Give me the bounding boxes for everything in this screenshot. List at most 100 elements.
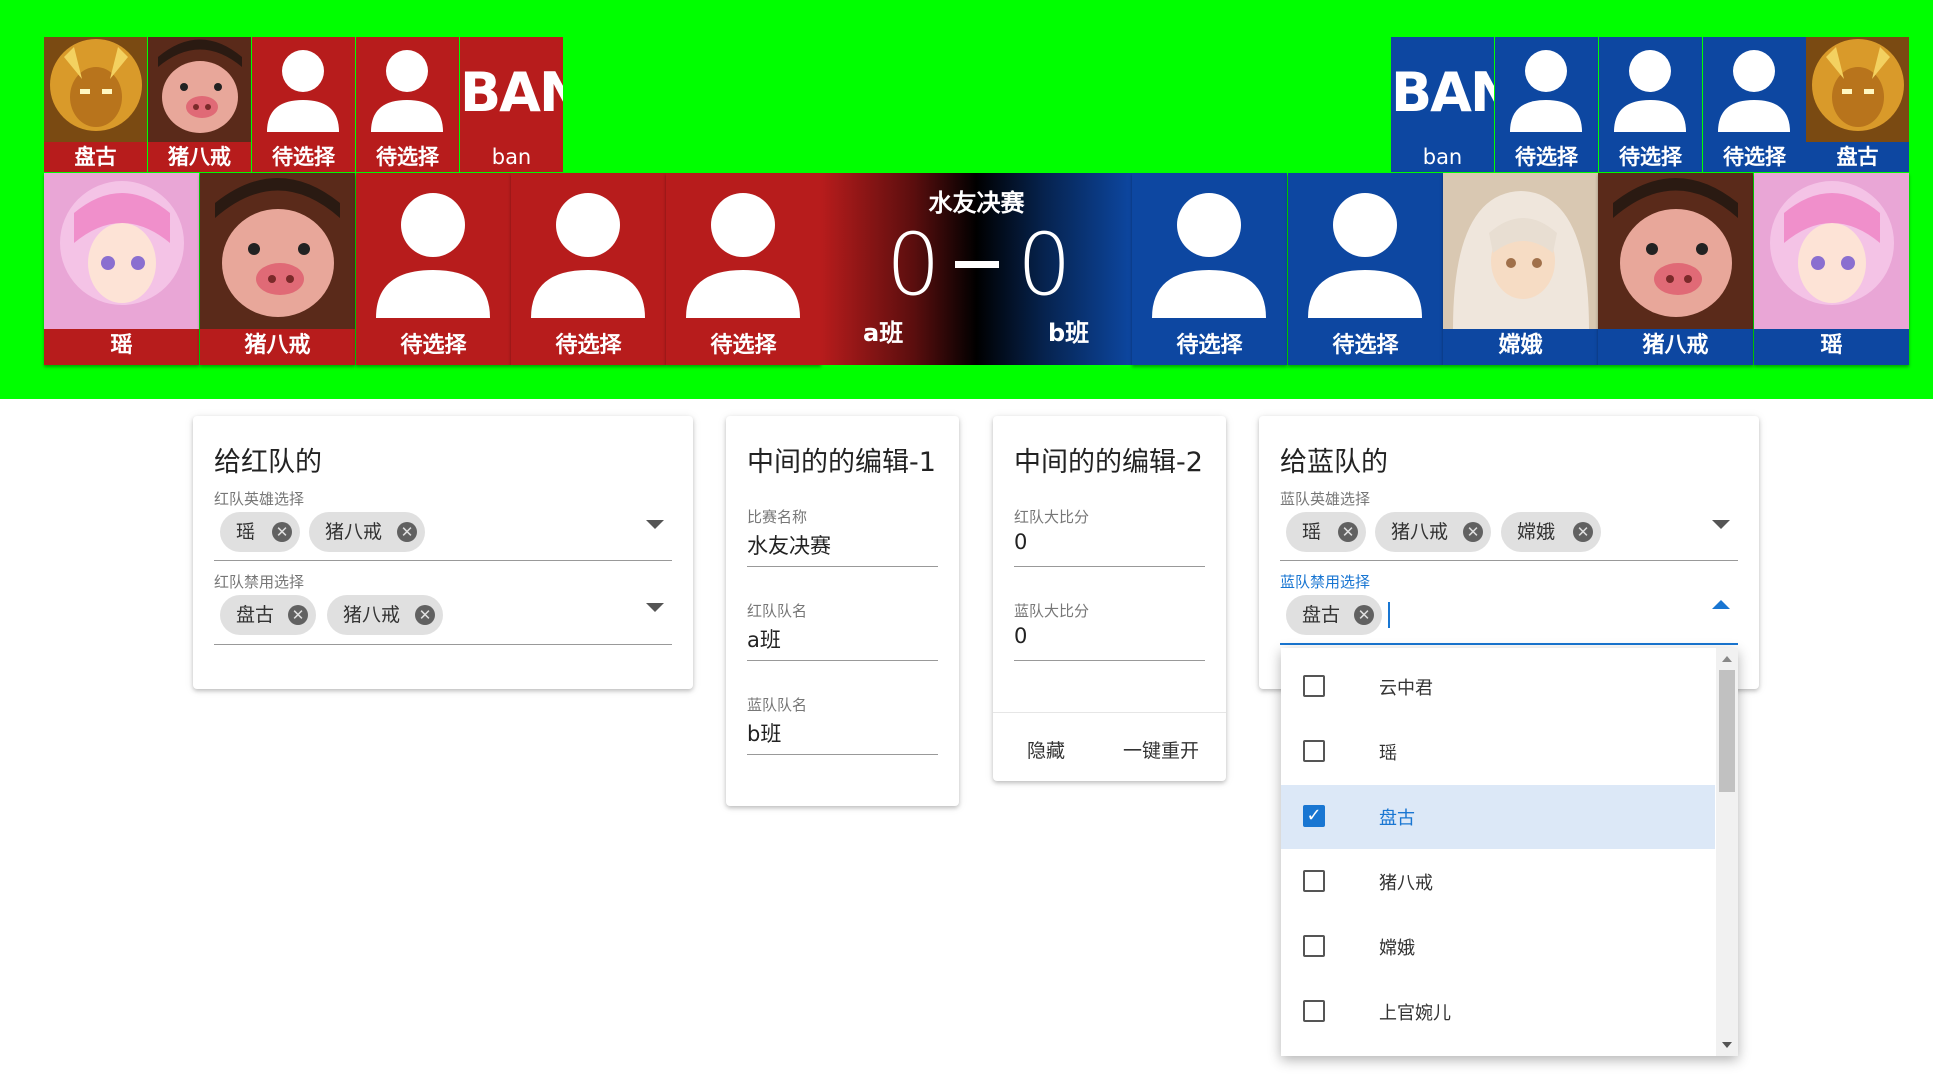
hero-portrait-zhubajie xyxy=(148,37,251,142)
scroll-down-icon[interactable] xyxy=(1722,1042,1732,1048)
red-team-name: a班 xyxy=(863,319,904,347)
red-pick-label-4: 待选择 xyxy=(555,333,622,358)
cancel-icon[interactable]: ✕ xyxy=(397,522,417,542)
red-pick-slot-4: 待选择 xyxy=(511,173,666,365)
dropdown-arrow-up-icon[interactable] xyxy=(1712,600,1730,609)
card-title: 给蓝队的 xyxy=(1280,447,1388,478)
person-icon xyxy=(1614,50,1686,132)
cancel-icon[interactable]: ✕ xyxy=(272,522,292,542)
checkbox[interactable] xyxy=(1303,740,1325,762)
chip-yao: 瑶 ✕ xyxy=(220,512,300,552)
person-icon xyxy=(1718,50,1790,132)
red-ban-label-4: 待选择 xyxy=(376,145,439,169)
blue-team-name-input[interactable]: b班 xyxy=(747,718,781,748)
scrollbar-thumb[interactable] xyxy=(1719,670,1735,792)
chip-label: 瑶 xyxy=(1302,521,1322,543)
red-pick-slot-3: 待选择 xyxy=(356,173,511,365)
person-icon xyxy=(1308,193,1422,318)
blue-pick-slot-2: 待选择 xyxy=(1288,173,1443,365)
scrollbar[interactable] xyxy=(1716,648,1738,1056)
blue-ban-slot-5: 盘古 xyxy=(1806,37,1909,172)
cancel-icon[interactable]: ✕ xyxy=(415,605,435,625)
cancel-icon[interactable]: ✕ xyxy=(288,605,308,625)
chip-label: 猪八戒 xyxy=(325,521,383,543)
option-yunzhongjun[interactable]: 云中君 xyxy=(1281,655,1715,719)
field-underline xyxy=(1280,643,1738,645)
chip-label: 瑶 xyxy=(236,521,256,543)
option-shangguanwaner[interactable]: 上官婉儿 xyxy=(1281,980,1715,1044)
red-pick-label-1: 瑶 xyxy=(110,333,133,358)
blue-team-name: b班 xyxy=(1048,319,1090,347)
middle-edit-card-1: 中间的的编辑-1 比赛名称 水友决赛 红队队名 a班 蓝队队名 b班 xyxy=(726,416,959,806)
hero-portrait-pangu xyxy=(1806,37,1909,142)
cancel-icon[interactable]: ✕ xyxy=(1573,522,1593,542)
field-underline xyxy=(1280,560,1738,561)
person-icon xyxy=(531,193,645,318)
field-underline xyxy=(747,566,938,567)
red-ban-slot-5: BAN ban xyxy=(460,37,563,172)
checkbox[interactable] xyxy=(1303,675,1325,697)
blue-pick-label-2: 待选择 xyxy=(1332,333,1399,358)
checkbox[interactable] xyxy=(1303,1000,1325,1022)
field-label: 红队大比分 xyxy=(1014,508,1090,526)
cancel-icon[interactable]: ✕ xyxy=(1354,605,1374,625)
field-underline xyxy=(747,754,938,755)
person-icon xyxy=(371,50,443,132)
score-separator xyxy=(955,261,999,268)
red-ban-slot-4: 待选择 xyxy=(356,37,459,172)
option-label: 嫦娥 xyxy=(1379,938,1415,959)
checkbox[interactable] xyxy=(1303,870,1325,892)
red-ban-slot-2: 猪八戒 xyxy=(148,37,251,172)
dropdown-arrow-icon[interactable] xyxy=(646,520,664,529)
blue-ban-label-3: 待选择 xyxy=(1619,145,1682,169)
blue-score-input[interactable]: 0 xyxy=(1014,624,1027,648)
chip-label: 嫦娥 xyxy=(1517,521,1556,543)
red-pick-label-3: 待选择 xyxy=(400,333,467,358)
card-title: 中间的的编辑-1 xyxy=(747,447,936,478)
cancel-icon[interactable]: ✕ xyxy=(1463,522,1483,542)
scoreboard: 水友决赛 0 0 a班 b班 xyxy=(821,173,1132,365)
ban-logo: BAN xyxy=(460,61,563,124)
field-label: 红队队名 xyxy=(747,602,808,620)
option-label: 盘古 xyxy=(1379,808,1415,829)
option-pangu[interactable]: ✓ 盘古 xyxy=(1281,785,1715,849)
check-icon[interactable]: ✓ xyxy=(1303,805,1325,827)
red-score-input[interactable]: 0 xyxy=(1014,530,1027,554)
hero-portrait-yao xyxy=(44,173,199,329)
blue-pick-label-3: 嫦娥 xyxy=(1498,333,1543,358)
hero-portrait-change xyxy=(1443,173,1598,329)
chip-label: 盘古 xyxy=(236,604,275,626)
option-label: 上官婉儿 xyxy=(1379,1003,1451,1024)
red-team-card: 给红队的 红队英雄选择 瑶 ✕ 猪八戒 ✕ 红队禁用选择 盘古 ✕ 猪八戒 ✕ xyxy=(193,416,693,689)
chip-pangu: 盘古 ✕ xyxy=(1286,595,1382,635)
card-title: 给红队的 xyxy=(214,447,322,478)
red-ban-slot-3: 待选择 xyxy=(252,37,355,172)
cancel-icon[interactable]: ✕ xyxy=(1338,522,1358,542)
dropdown-arrow-icon[interactable] xyxy=(1712,520,1730,529)
option-label: 云中君 xyxy=(1379,678,1433,699)
card-title: 中间的的编辑-2 xyxy=(1014,447,1203,478)
field-underline xyxy=(214,644,672,645)
blue-pick-slot-4: 猪八戒 xyxy=(1598,173,1753,365)
match-name-input[interactable]: 水友决赛 xyxy=(747,530,831,560)
hero-portrait-zhubajie xyxy=(200,173,355,329)
option-yao[interactable]: 瑶 xyxy=(1281,720,1715,784)
reset-button[interactable]: 一键重开 xyxy=(1123,736,1199,763)
red-pick-slot-5: 待选择 xyxy=(666,173,821,365)
person-icon xyxy=(267,50,339,132)
hide-button[interactable]: 隐藏 xyxy=(1027,736,1065,763)
hero-portrait-pangu xyxy=(44,37,147,142)
chip-change: 嫦娥 ✕ xyxy=(1501,512,1601,552)
option-zhubajie[interactable]: 猪八戒 xyxy=(1281,850,1715,914)
red-team-name-input[interactable]: a班 xyxy=(747,624,781,654)
blue-pick-slot-5: 瑶 xyxy=(1754,173,1909,365)
dropdown-arrow-icon[interactable] xyxy=(646,603,664,612)
checkbox[interactable] xyxy=(1303,935,1325,957)
option-change[interactable]: 嫦娥 xyxy=(1281,915,1715,979)
field-label: 蓝队队名 xyxy=(747,696,808,714)
person-icon xyxy=(1510,50,1582,132)
blue-ban-slot-3: 待选择 xyxy=(1599,37,1702,172)
text-cursor xyxy=(1388,602,1390,628)
blue-pick-label-1: 待选择 xyxy=(1176,333,1243,358)
scroll-up-icon[interactable] xyxy=(1722,656,1732,662)
